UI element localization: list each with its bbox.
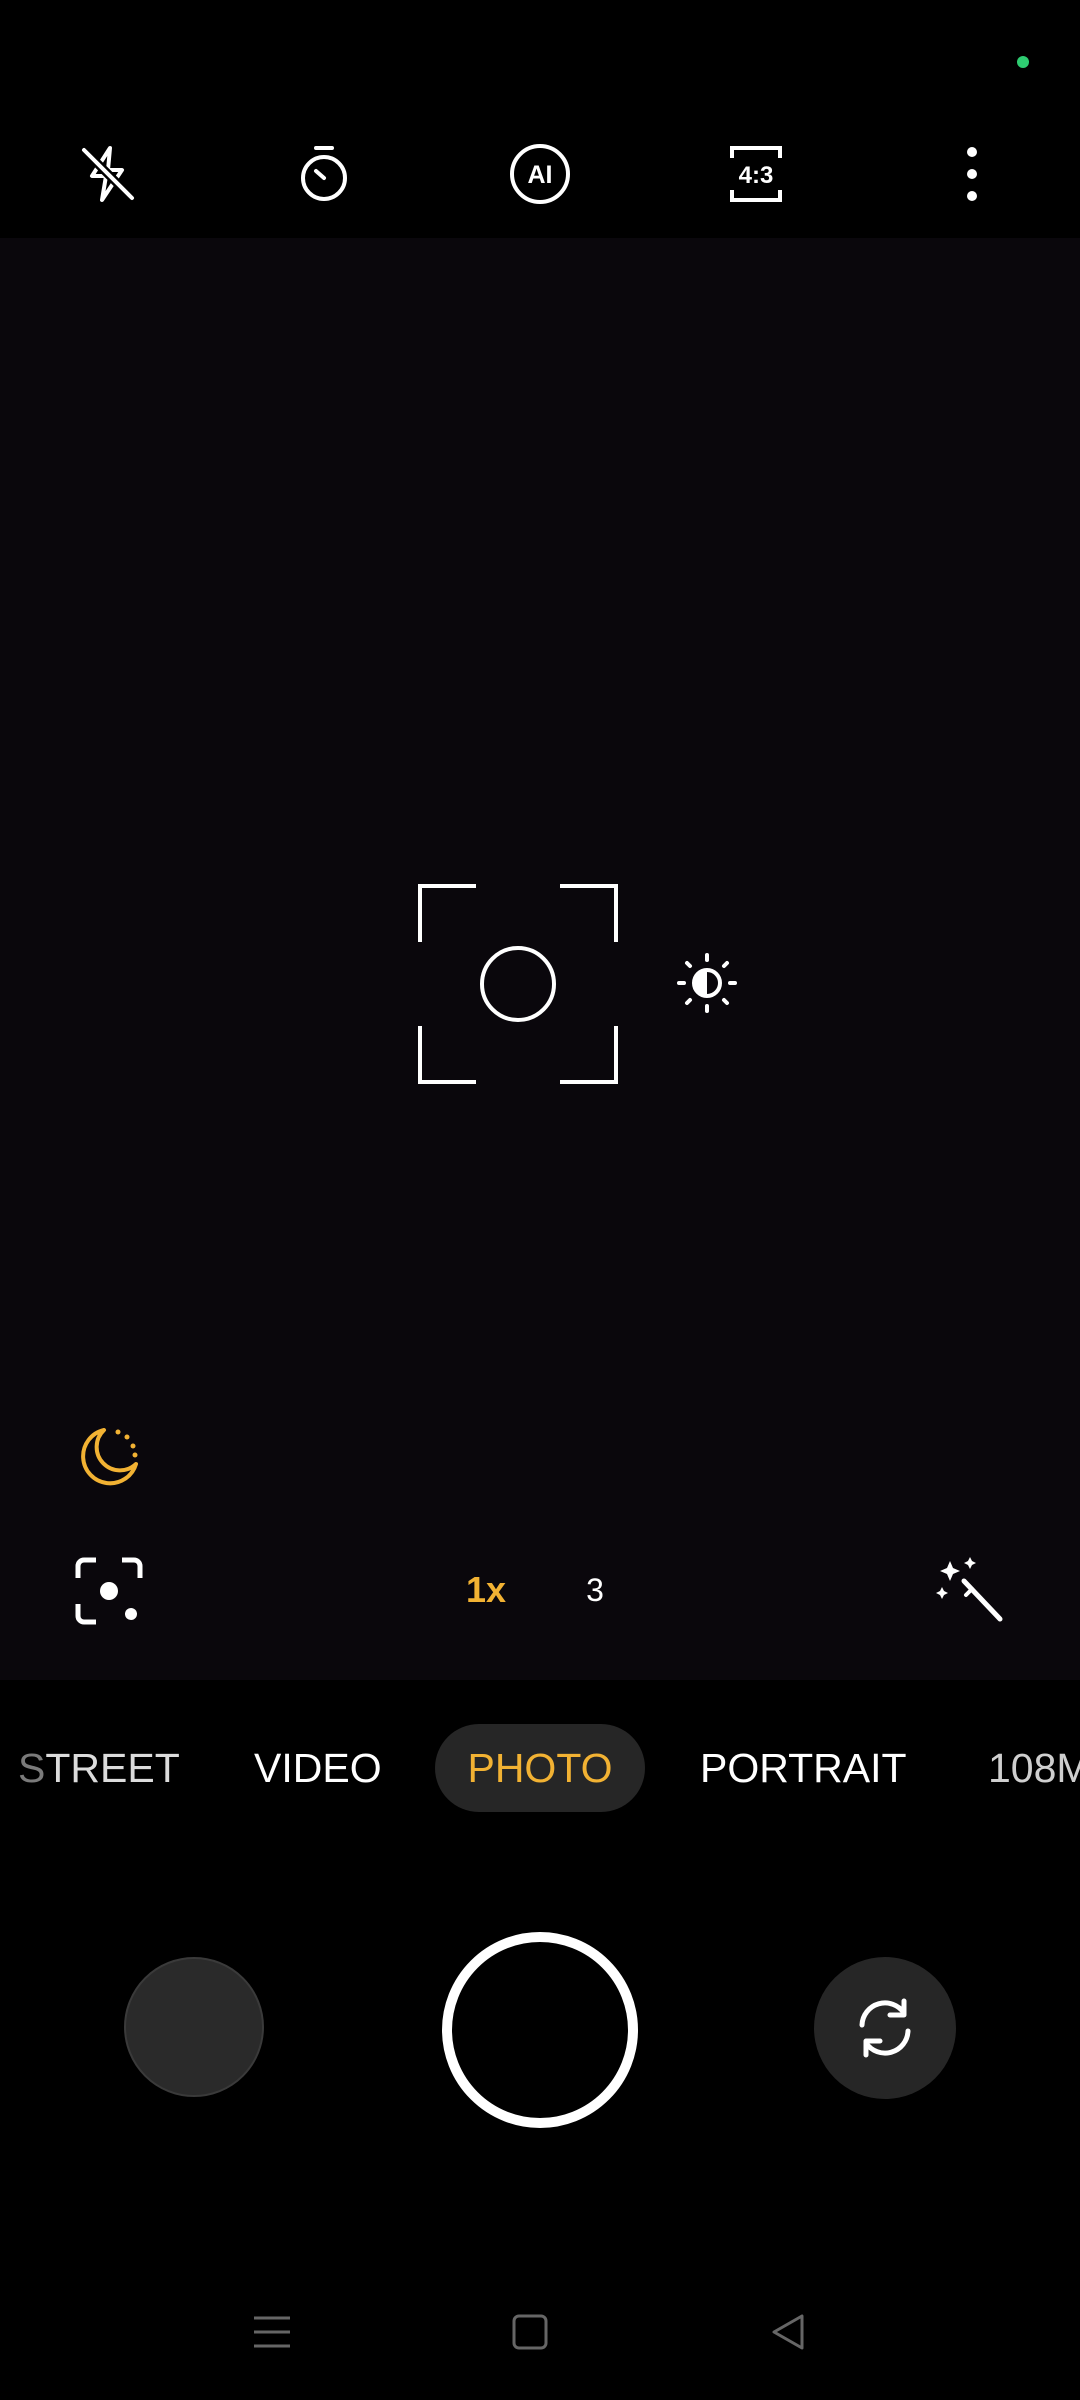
- zoom-1x-button[interactable]: 1x: [446, 1560, 526, 1620]
- nav-back-button[interactable]: [748, 2292, 828, 2372]
- gallery-thumbnail[interactable]: [124, 1957, 264, 2097]
- aspect-ratio-label: 4:3: [739, 162, 774, 189]
- mode-108mp[interactable]: 108M: [988, 1724, 1080, 1812]
- aspect-ratio-button[interactable]: 4:3: [714, 132, 798, 216]
- system-navigation-bar: [0, 2270, 1080, 2400]
- mode-portrait[interactable]: PORTRAIT: [700, 1724, 907, 1812]
- menu-icon: [254, 2316, 290, 2348]
- ai-label: AI: [528, 161, 553, 189]
- back-icon: [772, 2314, 804, 2350]
- status-bar: [0, 0, 1080, 110]
- ai-scene-button[interactable]: AI: [498, 132, 582, 216]
- mode-photo-selected[interactable]: PHOTO: [435, 1724, 645, 1812]
- nav-home-button[interactable]: [490, 2292, 570, 2372]
- flip-camera-icon: [859, 1998, 911, 2058]
- more-options-button[interactable]: [930, 132, 1014, 216]
- camera-top-toolbar: AI 4:3: [0, 110, 1080, 238]
- camera-mode-selector: STREET VIDEO PHOTO PORTRAIT 108M: [0, 1680, 1080, 1860]
- shutter-button[interactable]: [442, 1932, 638, 2128]
- mode-street-label: TREET: [45, 1745, 180, 1791]
- ai-icon: AI: [510, 144, 570, 204]
- aspect-ratio-icon: 4:3: [730, 146, 782, 202]
- flip-camera-button[interactable]: [814, 1957, 956, 2099]
- capture-controls: [0, 1860, 1080, 2128]
- flash-off-button[interactable]: [66, 132, 150, 216]
- timer-icon: [301, 146, 347, 201]
- nav-menu-button[interactable]: [232, 2292, 312, 2372]
- flash-off-icon: [80, 146, 136, 202]
- timer-button[interactable]: [282, 132, 366, 216]
- focus-frame-icon[interactable]: [418, 884, 618, 1084]
- mode-street-prefix: S: [18, 1745, 46, 1791]
- mode-video[interactable]: VIDEO: [254, 1724, 382, 1812]
- zoom-3x-button[interactable]: 3: [560, 1560, 630, 1620]
- more-options-icon: [967, 147, 977, 201]
- night-mode-icon[interactable]: [74, 1422, 144, 1492]
- home-icon: [512, 2314, 548, 2350]
- magic-wand-icon[interactable]: [934, 1553, 1008, 1627]
- privacy-indicator-dot: [1017, 56, 1029, 68]
- lens-icon[interactable]: [74, 1556, 144, 1626]
- mode-street[interactable]: STREET: [18, 1724, 180, 1812]
- exposure-icon[interactable]: [676, 952, 738, 1014]
